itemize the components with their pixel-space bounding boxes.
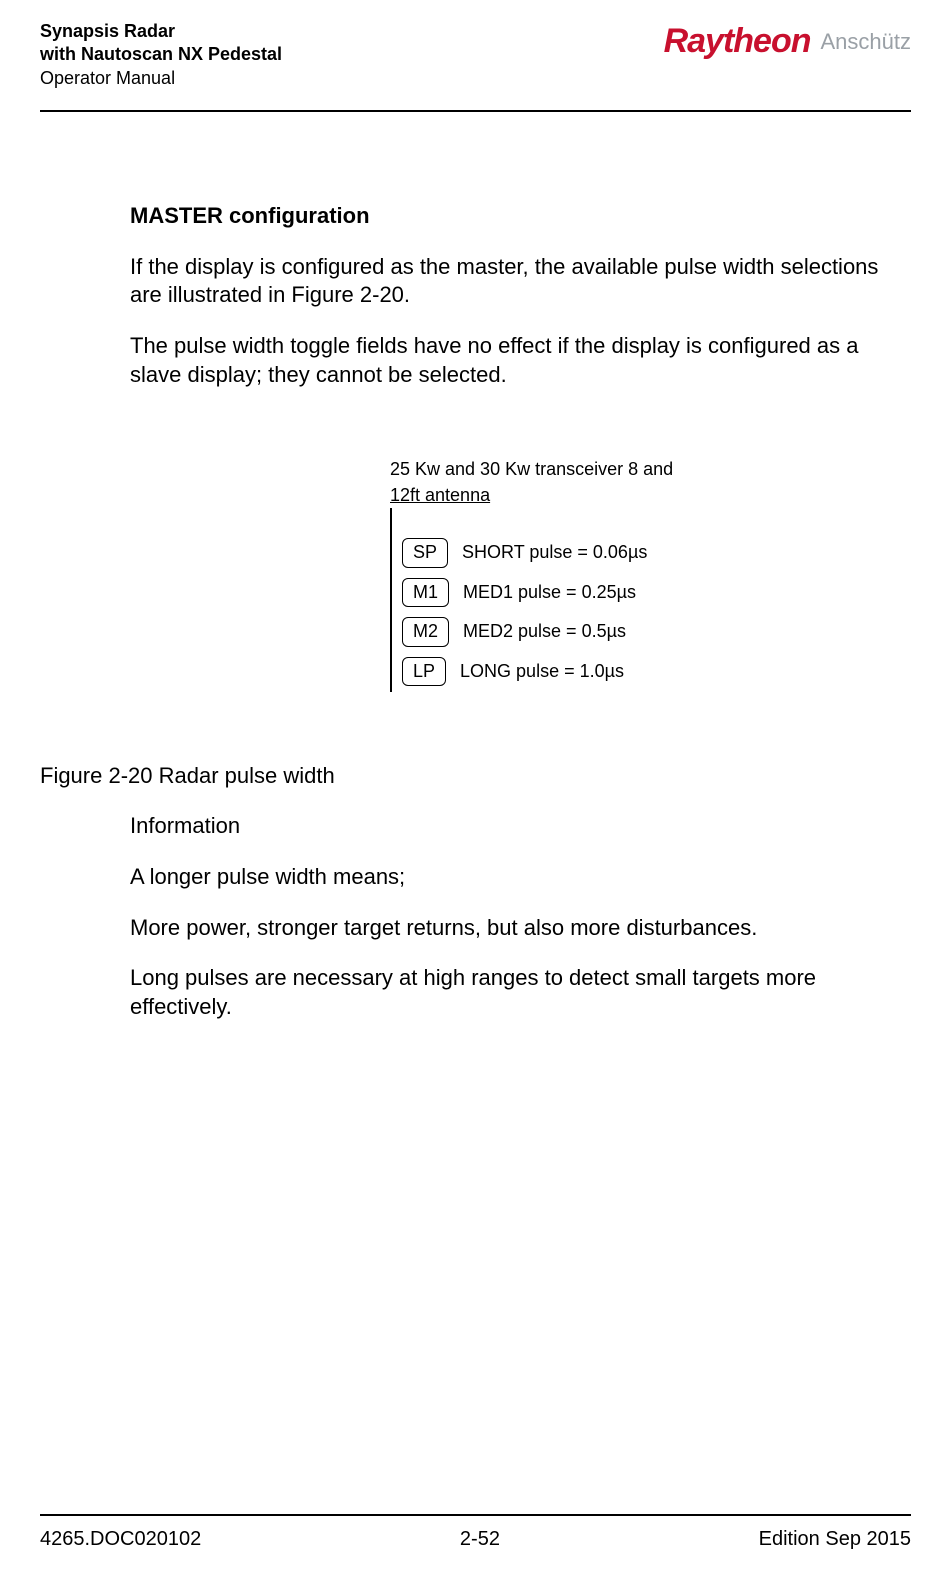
brand-block: Raytheon Anschütz xyxy=(664,22,911,61)
pulse-row-m1: M1 MED1 pulse = 0.25µs xyxy=(402,578,650,607)
doc-line2: with Nautoscan NX Pedestal xyxy=(40,43,282,66)
doc-line3: Operator Manual xyxy=(40,67,282,90)
section-title: MASTER configuration xyxy=(130,202,911,231)
info-p3: Long pulses are necessary at high ranges… xyxy=(130,964,911,1021)
pulse-code-m1: M1 xyxy=(402,578,449,607)
pulse-desc-m2: MED2 pulse = 0.5µs xyxy=(463,620,626,643)
pulse-code-m2: M2 xyxy=(402,617,449,646)
doc-title-block: Synapsis Radar with Nautoscan NX Pedesta… xyxy=(40,20,282,90)
diagram-title-line1: 25 Kw and 30 Kw transceiver 8 and xyxy=(390,459,911,481)
pulse-code-sp: SP xyxy=(402,538,448,567)
page-footer: 4265.DOC020102 2-52 Edition Sep 2015 xyxy=(40,1514,911,1551)
footer-page-num: 2-52 xyxy=(460,1528,500,1551)
pulse-width-diagram: 25 Kw and 30 Kw transceiver 8 and 12ft a… xyxy=(390,459,911,692)
info-p2: More power, stronger target returns, but… xyxy=(130,914,911,943)
pulse-code-lp: LP xyxy=(402,657,446,686)
info-heading: Information xyxy=(130,812,911,841)
diagram-bracket: SP SHORT pulse = 0.06µs M1 MED1 pulse = … xyxy=(390,508,650,692)
pulse-row-sp: SP SHORT pulse = 0.06µs xyxy=(402,538,650,567)
info-p1: A longer pulse width means; xyxy=(130,863,911,892)
paragraph-1: If the display is configured as the mast… xyxy=(130,253,911,310)
pulse-desc-sp: SHORT pulse = 0.06µs xyxy=(462,541,647,564)
footer-doc-id: 4265.DOC020102 xyxy=(40,1528,201,1551)
figure-caption: Figure 2-20 Radar pulse width xyxy=(40,762,911,791)
doc-line1: Synapsis Radar xyxy=(40,20,282,43)
pulse-desc-m1: MED1 pulse = 0.25µs xyxy=(463,581,636,604)
pulse-row-m2: M2 MED2 pulse = 0.5µs xyxy=(402,617,650,646)
anschutz-logo: Anschütz xyxy=(821,29,912,55)
body-content: MASTER configuration If the display is c… xyxy=(40,122,911,1021)
raytheon-logo: Raytheon xyxy=(664,22,811,61)
information-block: Information A longer pulse width means; … xyxy=(130,812,911,1021)
page-header: Synapsis Radar with Nautoscan NX Pedesta… xyxy=(40,20,911,112)
paragraph-2: The pulse width toggle fields have no ef… xyxy=(130,332,911,389)
diagram-title-line2: 12ft antenna xyxy=(390,485,620,507)
footer-edition: Edition Sep 2015 xyxy=(759,1528,911,1551)
pulse-desc-lp: LONG pulse = 1.0µs xyxy=(460,660,624,683)
pulse-row-lp: LP LONG pulse = 1.0µs xyxy=(402,657,650,686)
